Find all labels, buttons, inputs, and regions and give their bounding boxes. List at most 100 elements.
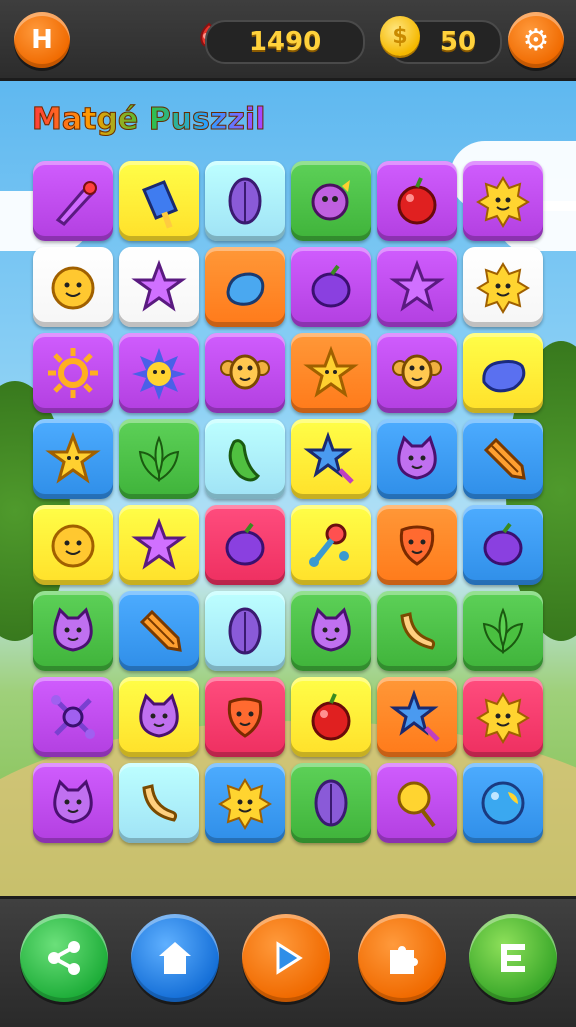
puzzle-icon bbox=[390, 946, 418, 974]
grid-tile[interactable] bbox=[463, 161, 543, 241]
star-face-icon bbox=[303, 345, 359, 398]
grid-tile[interactable] bbox=[119, 505, 199, 585]
grid-tile[interactable] bbox=[377, 763, 457, 843]
grid-tile[interactable] bbox=[33, 505, 113, 585]
home-button[interactable]: H bbox=[14, 12, 70, 68]
rattle-icon bbox=[309, 523, 349, 567]
gear-icon: ⚙ bbox=[522, 22, 550, 58]
popsicle-icon bbox=[142, 180, 178, 229]
coin-value: 50 bbox=[439, 27, 477, 57]
grid-tile[interactable] bbox=[377, 505, 457, 585]
plum-icon bbox=[483, 522, 523, 566]
mask-icon bbox=[399, 525, 435, 566]
sun-icon bbox=[48, 348, 98, 398]
grid-tile[interactable] bbox=[119, 677, 199, 757]
menu-button[interactable] bbox=[469, 914, 557, 1002]
grid-tile[interactable] bbox=[463, 677, 543, 757]
home-button[interactable] bbox=[131, 914, 219, 1002]
grid-tile[interactable] bbox=[33, 419, 113, 499]
star-wand-icon bbox=[303, 431, 354, 484]
grid-tile[interactable] bbox=[205, 677, 285, 757]
balloon-icon bbox=[397, 781, 436, 828]
smiley-icon bbox=[51, 266, 95, 310]
grid-tile[interactable] bbox=[291, 333, 371, 413]
leaf-icon bbox=[228, 607, 262, 655]
mask-icon bbox=[227, 697, 263, 738]
grid-tile[interactable] bbox=[463, 333, 543, 413]
grid-tile[interactable] bbox=[205, 247, 285, 327]
sun-face-icon bbox=[476, 262, 530, 314]
grid-tile[interactable] bbox=[33, 591, 113, 671]
grid-tile[interactable] bbox=[291, 677, 371, 757]
grid-tile[interactable] bbox=[205, 591, 285, 671]
score-value: 1490 bbox=[248, 27, 322, 57]
grid-tile[interactable] bbox=[463, 247, 543, 327]
cat-face-icon bbox=[311, 607, 351, 652]
star-wand-icon bbox=[389, 689, 440, 742]
settings-button[interactable]: ⚙ bbox=[508, 12, 564, 68]
grid-tile[interactable] bbox=[377, 333, 457, 413]
star-icon bbox=[389, 259, 445, 312]
grid-tile[interactable] bbox=[463, 763, 543, 843]
grid-tile[interactable] bbox=[377, 419, 457, 499]
grid-tile[interactable] bbox=[377, 591, 457, 671]
monkey-icon bbox=[220, 354, 270, 390]
grid-tile[interactable] bbox=[33, 161, 113, 241]
grid-tile[interactable] bbox=[119, 333, 199, 413]
brush-icon bbox=[55, 181, 97, 226]
cat-face-icon bbox=[53, 779, 93, 824]
grid-tile[interactable] bbox=[205, 161, 285, 241]
grid-tile[interactable] bbox=[291, 591, 371, 671]
grid-tile[interactable] bbox=[205, 333, 285, 413]
cat-face-icon bbox=[397, 435, 437, 480]
plum-icon bbox=[311, 264, 351, 308]
cat-face-icon bbox=[139, 693, 179, 738]
jelly-icon bbox=[482, 360, 526, 393]
grid-tile[interactable] bbox=[119, 763, 199, 843]
grid-tile[interactable] bbox=[463, 419, 543, 499]
leaves-icon bbox=[138, 435, 180, 482]
grid-tile[interactable] bbox=[33, 677, 113, 757]
leaves-icon bbox=[482, 607, 524, 654]
grid-tile[interactable] bbox=[463, 505, 543, 585]
grid-tile[interactable] bbox=[205, 505, 285, 585]
puzzle-grid bbox=[30, 158, 546, 848]
sun-face-icon bbox=[476, 692, 530, 744]
grid-tile[interactable] bbox=[291, 247, 371, 327]
grid-tile[interactable] bbox=[119, 161, 199, 241]
hint-button[interactable] bbox=[358, 914, 446, 1002]
grid-tile[interactable] bbox=[33, 333, 113, 413]
grid-tile[interactable] bbox=[119, 419, 199, 499]
grid-tile[interactable] bbox=[377, 161, 457, 241]
grid-tile[interactable] bbox=[463, 591, 543, 671]
grid-tile[interactable] bbox=[291, 419, 371, 499]
share-button[interactable] bbox=[20, 914, 108, 1002]
flower-icon bbox=[132, 348, 186, 400]
coin-icon: $ bbox=[380, 16, 420, 56]
grid-tile[interactable] bbox=[205, 763, 285, 843]
grid-tile[interactable] bbox=[377, 677, 457, 757]
molecule-icon bbox=[51, 695, 95, 739]
grid-tile[interactable] bbox=[291, 161, 371, 241]
grid-tile[interactable] bbox=[377, 247, 457, 327]
play-button[interactable] bbox=[242, 914, 330, 1002]
game-title: Matgé Puszzil bbox=[31, 102, 266, 138]
grid-tile[interactable] bbox=[291, 763, 371, 843]
score-counter: 1490 bbox=[205, 20, 365, 64]
leaf-icon bbox=[228, 177, 262, 225]
grid-tile[interactable] bbox=[291, 505, 371, 585]
grid-tile[interactable] bbox=[33, 763, 113, 843]
share-icon bbox=[48, 941, 80, 975]
bean-icon bbox=[228, 439, 261, 482]
grid-tile[interactable] bbox=[119, 591, 199, 671]
grid-tile[interactable] bbox=[33, 247, 113, 327]
menu-icon bbox=[501, 944, 525, 972]
grid-tile[interactable] bbox=[205, 419, 285, 499]
fruit-icon bbox=[226, 272, 265, 306]
monkey-icon bbox=[392, 354, 442, 390]
grid-tile[interactable] bbox=[119, 247, 199, 327]
plum-icon bbox=[225, 522, 265, 566]
star-face-icon bbox=[45, 431, 101, 484]
monster-icon bbox=[311, 180, 350, 221]
banana-icon bbox=[142, 784, 178, 822]
